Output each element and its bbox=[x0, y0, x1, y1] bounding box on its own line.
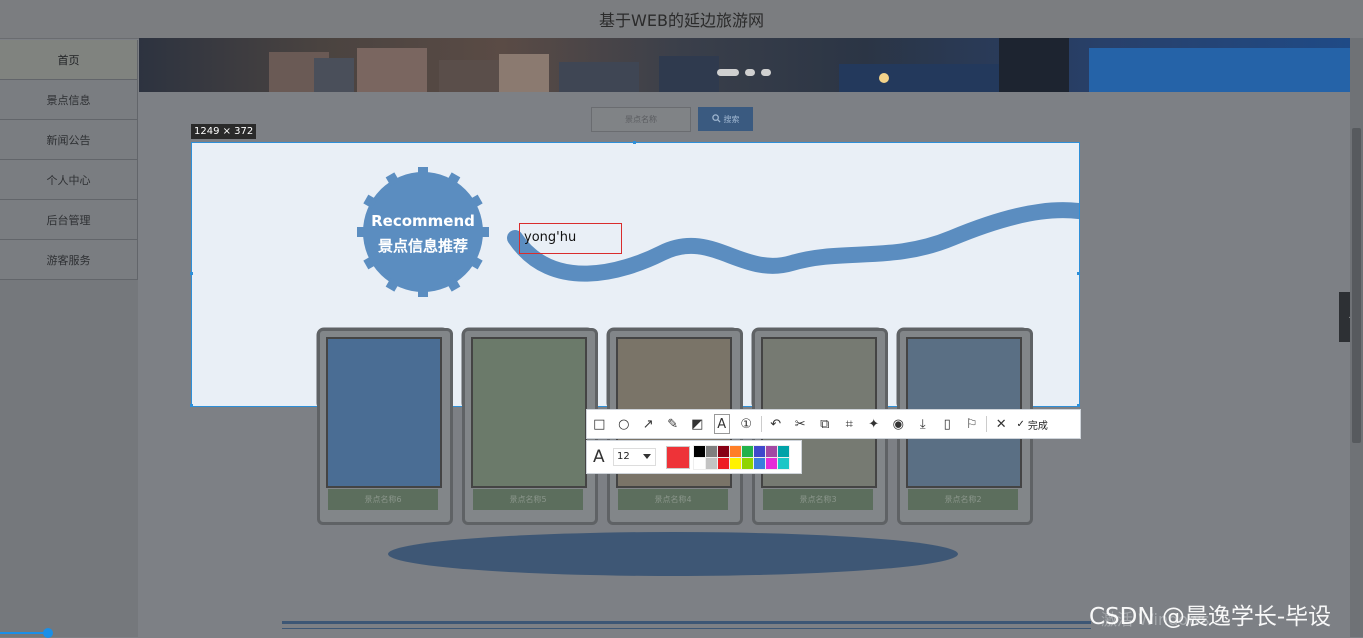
carousel-dot[interactable] bbox=[717, 69, 739, 76]
recommend-title-cn: 景点信息推荐 bbox=[377, 237, 468, 255]
recommend-gear-badge bbox=[357, 167, 489, 297]
done-label: 完成 bbox=[1027, 420, 1048, 432]
text-options-bar: A 12 bbox=[586, 440, 802, 474]
text-tool-icon[interactable]: A bbox=[710, 410, 735, 438]
scissors-icon[interactable]: ✂ bbox=[788, 410, 813, 438]
done-button[interactable]: ✓ 完成 bbox=[1017, 417, 1048, 432]
check-icon: ✓ bbox=[1016, 418, 1025, 430]
rectangle-tool-icon[interactable]: □ bbox=[587, 410, 612, 438]
divider bbox=[282, 621, 1091, 624]
undo-icon[interactable]: ↶ bbox=[764, 410, 789, 438]
attraction-image bbox=[471, 337, 587, 488]
sidebar-item-news[interactable]: 新闻公告 bbox=[0, 120, 138, 160]
carousel-dot[interactable] bbox=[745, 69, 755, 76]
attraction-caption: 景点名称4 bbox=[618, 489, 728, 510]
resize-handle[interactable] bbox=[1077, 404, 1080, 407]
chevron-down-icon bbox=[643, 454, 651, 459]
ellipse-tool-icon[interactable]: ○ bbox=[612, 410, 637, 438]
search-input[interactable]: 景点名称 bbox=[591, 107, 691, 132]
translate-icon[interactable]: ⧉ bbox=[813, 410, 838, 438]
number-tool-icon[interactable]: ① bbox=[734, 410, 759, 438]
screenshot-toolbar: □ ○ ↗ ✎ ◩ A ① ↶ ✂ ⧉ ⌗ ✦ ◉ ⤓ ▯ ⚐ ✕ ✓ 完成 bbox=[586, 409, 1081, 439]
sidebar-item-attractions[interactable]: 景点信息 bbox=[0, 80, 138, 120]
search-button[interactable]: 搜索 bbox=[698, 107, 753, 131]
decorative-ellipse bbox=[388, 532, 958, 576]
sidebar-item-home[interactable]: 首页 bbox=[0, 40, 138, 80]
toolbar-separator bbox=[760, 416, 762, 432]
carousel-indicators[interactable] bbox=[717, 69, 771, 76]
attraction-card[interactable]: 景点名称6 bbox=[317, 328, 453, 525]
scrollbar-thumb[interactable] bbox=[1352, 128, 1361, 443]
banner-carousel[interactable] bbox=[139, 38, 1350, 92]
sidebar-item-admin[interactable]: 后台管理 bbox=[0, 200, 138, 240]
attraction-card[interactable]: 景点名称5 bbox=[462, 328, 598, 525]
attraction-image bbox=[326, 337, 442, 488]
page-scrollbar[interactable] bbox=[1350, 38, 1363, 637]
annotation-text: yong'hu bbox=[524, 230, 577, 245]
resize-handle[interactable] bbox=[633, 141, 636, 144]
arrow-tool-icon[interactable]: ↗ bbox=[636, 410, 661, 438]
search-icon bbox=[711, 113, 721, 125]
pen-tool-icon[interactable]: ✎ bbox=[661, 410, 686, 438]
mosaic-tool-icon[interactable]: ◩ bbox=[685, 410, 710, 438]
current-color-swatch[interactable] bbox=[666, 446, 690, 469]
recommend-title-en: Recommend bbox=[371, 212, 475, 230]
progress-line bbox=[0, 632, 45, 634]
sidebar-nav: 首页 景点信息 新闻公告 个人中心 后台管理 游客服务 bbox=[0, 40, 138, 637]
font-icon: A bbox=[593, 447, 605, 467]
sidebar-item-profile[interactable]: 个人中心 bbox=[0, 160, 138, 200]
resize-handle[interactable] bbox=[1077, 272, 1080, 275]
capture-dimension-label: 1249 × 372 bbox=[191, 124, 257, 139]
toolbar-separator bbox=[986, 416, 987, 432]
pin-icon[interactable]: ✦ bbox=[862, 410, 887, 438]
record-icon[interactable]: ◉ bbox=[886, 410, 911, 438]
site-title: 基于WEB的延边旅游网 bbox=[0, 0, 1363, 39]
attraction-caption: 景点名称6 bbox=[328, 489, 438, 510]
phone-icon[interactable]: ▯ bbox=[935, 410, 960, 438]
banner-image bbox=[269, 38, 1350, 92]
divider bbox=[282, 628, 1091, 629]
attraction-caption: 景点名称5 bbox=[473, 489, 583, 510]
sidebar-item-guest-service[interactable]: 游客服务 bbox=[0, 240, 138, 280]
attraction-caption: 景点名称2 bbox=[908, 489, 1018, 510]
resize-handle[interactable] bbox=[190, 404, 193, 407]
csdn-watermark: CSDN @晨逸学长-毕设 bbox=[1089, 604, 1332, 630]
attraction-caption: 景点名称3 bbox=[763, 489, 873, 510]
font-size-select[interactable]: 12 bbox=[613, 448, 656, 466]
download-icon[interactable]: ⤓ bbox=[911, 410, 936, 438]
close-icon[interactable]: ✕ bbox=[989, 410, 1014, 438]
bookmark-icon[interactable]: ⚐ bbox=[960, 410, 985, 438]
color-swatch[interactable] bbox=[777, 457, 790, 470]
carousel-dot[interactable] bbox=[761, 69, 771, 76]
resize-handle[interactable] bbox=[190, 272, 193, 275]
color-palette bbox=[693, 445, 790, 470]
ocr-scan-icon[interactable]: ⌗ bbox=[837, 410, 862, 438]
search-button-label: 搜索 bbox=[723, 114, 740, 124]
font-size-value: 12 bbox=[617, 451, 630, 462]
